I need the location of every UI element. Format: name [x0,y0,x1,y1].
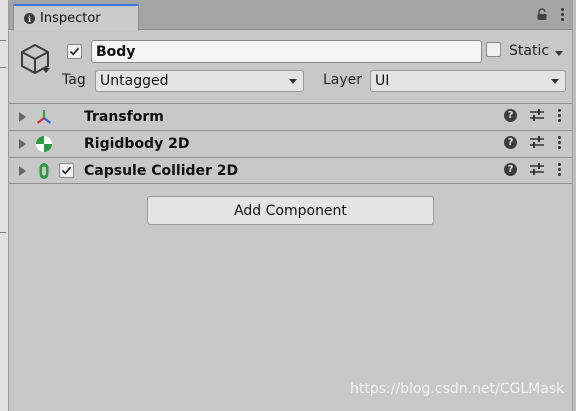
tag-value: Untagged [100,73,169,89]
chevron-down-icon [551,79,559,84]
lock-icon[interactable] [536,8,548,21]
checkmark-icon [61,166,72,175]
component-menu-icon[interactable] [557,163,561,176]
component-menu-icon[interactable] [557,109,561,122]
edge-tick [0,232,6,233]
tab-bar: i Inspector [9,0,572,31]
static-label: Static [509,43,550,59]
rigidbody-icon [36,136,52,152]
foldout-arrow-icon[interactable] [19,139,26,149]
active-checkbox[interactable] [67,44,82,59]
tab-inspector[interactable]: i Inspector [13,4,139,31]
layer-label: Layer [323,72,363,88]
presets-icon[interactable] [530,163,544,176]
edge-tick [0,40,6,41]
watermark: https://blog.csdn.net/CGLMask [350,381,565,397]
transform-icon [36,110,52,124]
component-label: Rigidbody 2D [84,136,190,152]
name-input[interactable]: Body [91,40,482,63]
presets-icon[interactable] [530,136,544,149]
chevron-down-icon [289,79,297,84]
tag-select[interactable]: Untagged [95,70,304,92]
add-component-button[interactable]: Add Component [147,196,434,225]
gameobject-header: Body Static Tag Untagged Layer UI [9,31,572,103]
component-menu-icon[interactable] [557,136,561,149]
info-icon: i [24,13,35,24]
component-tools: ? [504,109,561,122]
help-icon[interactable]: ? [504,109,517,122]
component-transform[interactable]: Transform ? [9,103,572,130]
tab-tools [536,8,564,21]
component-tools: ? [504,163,561,176]
component-list: Transform ? Rigidbody 2D ? Capsule Colli… [9,103,572,184]
tag-label: Tag [62,72,86,88]
scrollbar[interactable] [572,0,576,411]
capsule-collider-icon [39,163,49,179]
chevron-down-icon[interactable] [42,68,50,73]
help-icon[interactable]: ? [504,163,517,176]
help-icon[interactable]: ? [504,136,517,149]
component-tools: ? [504,136,561,149]
presets-icon[interactable] [530,109,544,122]
static-checkbox[interactable] [486,42,501,57]
foldout-arrow-icon[interactable] [19,112,26,122]
component-enabled-checkbox[interactable] [59,163,74,178]
foldout-arrow-icon[interactable] [19,166,26,176]
checkmark-icon [69,47,80,56]
tab-label: Inspector [40,11,101,26]
edge-tick [0,67,6,68]
static-dropdown-icon[interactable] [555,51,563,56]
component-rigidbody-2d[interactable]: Rigidbody 2D ? [9,130,572,157]
component-label: Transform [84,109,164,125]
layer-select[interactable]: UI [370,70,566,92]
component-capsule-collider-2d[interactable]: Capsule Collider 2D ? [9,157,572,184]
component-label: Capsule Collider 2D [84,163,239,179]
layer-value: UI [375,73,390,89]
left-panel-edge [0,0,9,411]
more-options-icon[interactable] [560,8,564,21]
